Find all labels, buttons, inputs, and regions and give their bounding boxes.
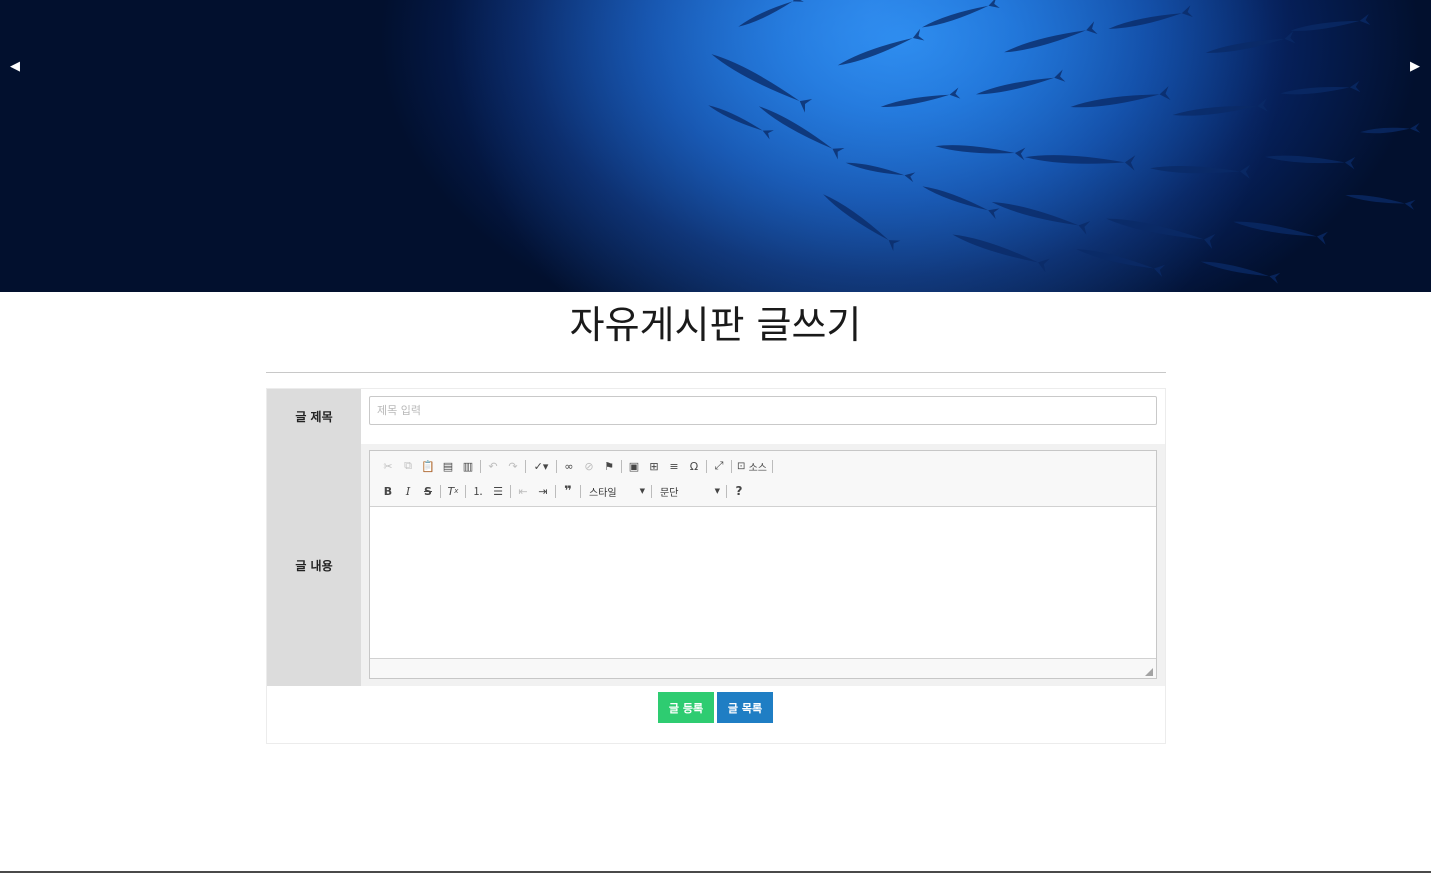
banner-next-arrow[interactable]: ▶ (1408, 58, 1422, 76)
outdent-icon[interactable]: ⇤ (513, 482, 533, 500)
help-icon[interactable]: ? (729, 482, 749, 500)
banner-prev-arrow[interactable]: ◀ (8, 58, 22, 76)
source-label: 소스 (748, 462, 767, 474)
title-divider (266, 372, 1166, 373)
bulleted-list-icon[interactable]: ☰ (488, 482, 508, 500)
toolbar-separator (731, 459, 732, 473)
toolbar-separator (440, 484, 441, 498)
source-icon: ⊡ (737, 460, 749, 472)
chevron-down-icon: ▼ (714, 487, 720, 495)
copy-icon[interactable]: ⧉ (398, 457, 418, 475)
undo-icon[interactable]: ↶ (483, 457, 503, 475)
editor-status-bar (370, 658, 1156, 678)
paste-word-icon[interactable]: ▥ (458, 457, 478, 475)
toolbar-separator (465, 484, 466, 498)
editor-content-area[interactable] (370, 508, 1156, 658)
remove-format-icon[interactable]: Tx (443, 482, 463, 500)
style-dropdown[interactable]: 스타일 ▼ (583, 482, 649, 500)
special-char-omega-icon[interactable]: Ω (684, 457, 704, 475)
fish-school-image (0, 0, 1431, 292)
rich-text-editor: ✂ ⧉ 📋 ▤ ▥ ↶ ↷ ✓▾ ∞ ⊘ ⚑ ▣ ⊞ ≡ Ω ⤢ ⊡ 소스 B … (369, 450, 1157, 679)
content-row: 글 내용 ✂ ⧉ 📋 ▤ ▥ ↶ ↷ ✓▾ ∞ ⊘ ⚑ ▣ ⊞ ≡ Ω ⤢ ⊡ … (267, 444, 1165, 686)
toolbar-row-2: B I S Tx ⒈ ☰ ⇤ ⇥ ❞ 스타일 ▼ 문단 ▼ ? (378, 481, 749, 501)
title-input[interactable] (369, 396, 1157, 425)
paragraph-dropdown-label: 문단 (660, 487, 679, 499)
toolbar-separator (480, 459, 481, 473)
chevron-down-icon: ▼ (639, 487, 645, 495)
title-row: 글 제목 (267, 389, 1165, 444)
toolbar-separator (726, 484, 727, 498)
style-dropdown-label: 스타일 (589, 487, 617, 499)
blockquote-icon[interactable]: ❞ (558, 482, 578, 500)
toolbar-separator (706, 459, 707, 473)
resize-handle-icon[interactable] (1145, 668, 1153, 676)
paragraph-format-dropdown[interactable]: 문단 ▼ (654, 482, 724, 500)
editor-toolbar: ✂ ⧉ 📋 ▤ ▥ ↶ ↷ ✓▾ ∞ ⊘ ⚑ ▣ ⊞ ≡ Ω ⤢ ⊡ 소스 B … (370, 451, 1156, 507)
toolbar-separator (580, 484, 581, 498)
content-label: 글 내용 (267, 444, 361, 686)
maximize-icon[interactable]: ⤢ (709, 457, 729, 475)
numbered-list-icon[interactable]: ⒈ (468, 482, 488, 500)
toolbar-separator (771, 459, 773, 473)
toolbar-separator (510, 484, 511, 498)
spellcheck-icon[interactable]: ✓▾ (528, 457, 554, 475)
anchor-flag-icon[interactable]: ⚑ (599, 457, 619, 475)
strikethrough-icon[interactable]: S (418, 482, 438, 500)
unlink-icon[interactable]: ⊘ (579, 457, 599, 475)
cut-icon[interactable]: ✂ (378, 457, 398, 475)
link-icon[interactable]: ∞ (559, 457, 579, 475)
italic-icon[interactable]: I (398, 482, 418, 500)
paste-text-icon[interactable]: ▤ (438, 457, 458, 475)
table-icon[interactable]: ⊞ (644, 457, 664, 475)
toolbar-separator (651, 484, 652, 498)
hero-banner: ◀ ▶ (0, 0, 1431, 292)
horizontal-line-icon[interactable]: ≡ (664, 457, 684, 475)
post-list-button[interactable]: 글 목록 (717, 692, 773, 723)
image-icon[interactable]: ▣ (624, 457, 644, 475)
page-title: 자유게시판 글쓰기 (569, 303, 862, 347)
indent-icon[interactable]: ⇥ (533, 482, 553, 500)
paste-icon[interactable]: 📋 (418, 457, 438, 475)
toolbar-separator (556, 459, 557, 473)
source-button[interactable]: ⊡ 소스 (734, 457, 770, 475)
title-label: 글 제목 (267, 389, 361, 444)
toolbar-row-1: ✂ ⧉ 📋 ▤ ▥ ↶ ↷ ✓▾ ∞ ⊘ ⚑ ▣ ⊞ ≡ Ω ⤢ ⊡ 소스 (378, 456, 775, 476)
submit-post-button[interactable]: 글 등록 (658, 692, 714, 723)
toolbar-separator (555, 484, 556, 498)
toolbar-separator (525, 459, 526, 473)
toolbar-separator (621, 459, 622, 473)
bold-icon[interactable]: B (378, 482, 398, 500)
redo-icon[interactable]: ↷ (503, 457, 523, 475)
write-form: 글 제목 글 내용 ✂ ⧉ 📋 ▤ ▥ ↶ ↷ ✓▾ ∞ (266, 388, 1166, 744)
